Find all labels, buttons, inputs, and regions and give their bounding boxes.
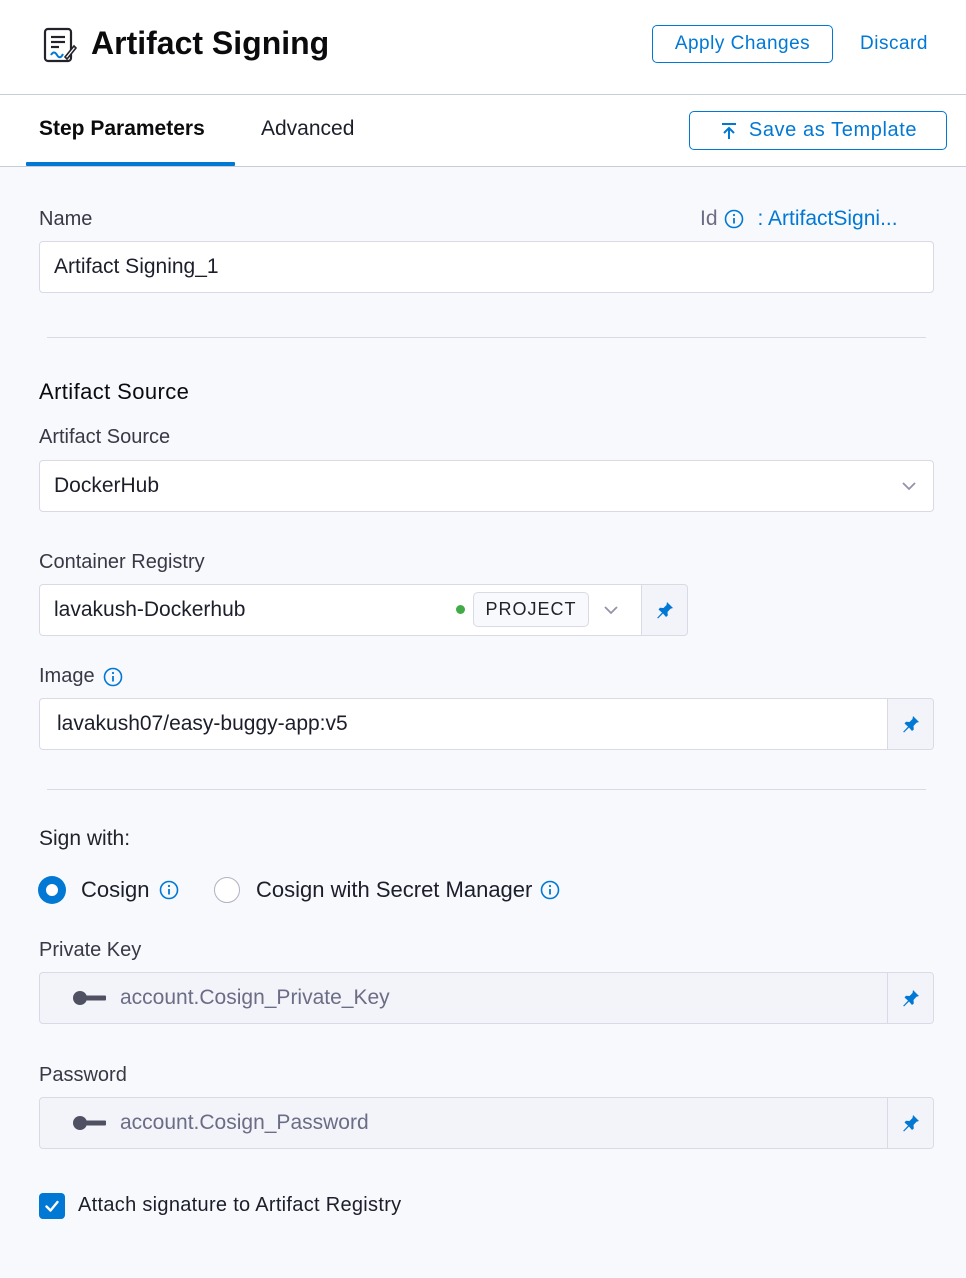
password-secret-input[interactable]: account.Cosign_Password (39, 1097, 934, 1149)
image-input[interactable]: lavakush07/easy-buggy-app:v5 (39, 698, 934, 750)
radio-cosign-label: Cosign (81, 877, 150, 902)
id-display: Id : ArtifactSigni... (700, 207, 898, 231)
discard-button[interactable]: Discard (860, 25, 928, 63)
id-label: Id (700, 207, 718, 230)
upload-icon (721, 122, 736, 139)
pin-icon (902, 716, 919, 733)
password-label: Password (39, 1064, 127, 1086)
container-registry-pin-button[interactable] (642, 584, 688, 636)
connection-status-dot (456, 605, 465, 614)
private-key-value: account.Cosign_Private_Key (120, 986, 390, 1009)
info-icon[interactable] (540, 880, 560, 900)
image-pin-button[interactable] (887, 699, 933, 749)
pin-icon (902, 1115, 919, 1132)
container-registry-label: Container Registry (39, 551, 205, 573)
artifact-source-select[interactable]: DockerHub (39, 460, 934, 512)
info-icon[interactable] (103, 667, 123, 687)
step-header: Artifact Signing Apply Changes Discard (0, 0, 966, 95)
chevron-down-icon (604, 606, 618, 615)
tab-advanced[interactable]: Advanced (261, 117, 354, 141)
private-key-pin-button[interactable] (887, 973, 933, 1023)
pin-icon (902, 990, 919, 1007)
radio-cosign-secret-manager-label: Cosign with Secret Manager (256, 877, 533, 902)
save-as-template-button[interactable]: Save as Template (689, 111, 947, 150)
artifact-source-heading: Artifact Source (39, 379, 190, 404)
document-signature-icon (43, 27, 77, 63)
private-key-secret-input[interactable]: account.Cosign_Private_Key (39, 972, 934, 1024)
password-pin-button[interactable] (887, 1098, 933, 1148)
save-as-template-label: Save as Template (748, 119, 918, 141)
info-icon[interactable] (724, 209, 744, 229)
section-divider (47, 337, 926, 338)
key-icon (72, 1115, 108, 1131)
page-title: Artifact Signing (91, 25, 330, 61)
container-registry-value: lavakush-Dockerhub (54, 598, 246, 621)
key-icon (72, 990, 108, 1006)
radio-cosign[interactable]: Cosign (39, 877, 179, 903)
sign-with-label: Sign with: (39, 827, 131, 850)
section-divider (47, 789, 926, 790)
radio-cosign-secret-manager[interactable]: Cosign with Secret Manager (214, 877, 560, 903)
scope-badge: PROJECT (473, 592, 589, 627)
image-label: Image (39, 665, 95, 687)
apply-changes-button[interactable]: Apply Changes (652, 25, 833, 63)
info-icon[interactable] (159, 880, 179, 900)
radio-button-unselected[interactable] (214, 877, 240, 903)
attach-signature-label[interactable]: Attach signature to Artifact Registry (78, 1194, 401, 1217)
tab-step-parameters[interactable]: Step Parameters (39, 117, 205, 141)
artifact-source-label: Artifact Source (39, 426, 171, 448)
tab-bar: Step Parameters Advanced Save as Templat… (0, 95, 966, 167)
private-key-label: Private Key (39, 939, 142, 961)
pin-icon (656, 602, 673, 619)
checkmark-icon (45, 1200, 59, 1212)
password-value: account.Cosign_Password (120, 1111, 369, 1134)
artifact-source-value: DockerHub (54, 474, 160, 497)
active-tab-indicator (26, 162, 235, 166)
image-value: lavakush07/easy-buggy-app:v5 (57, 712, 348, 735)
radio-button-selected[interactable] (39, 877, 65, 903)
id-value[interactable]: : ArtifactSigni... (758, 207, 898, 231)
name-label: Name (39, 208, 93, 230)
attach-signature-checkbox[interactable] (39, 1193, 65, 1219)
chevron-down-icon (902, 482, 916, 491)
name-input[interactable]: Artifact Signing_1 (39, 241, 934, 293)
image-label-row: Image (39, 665, 123, 688)
